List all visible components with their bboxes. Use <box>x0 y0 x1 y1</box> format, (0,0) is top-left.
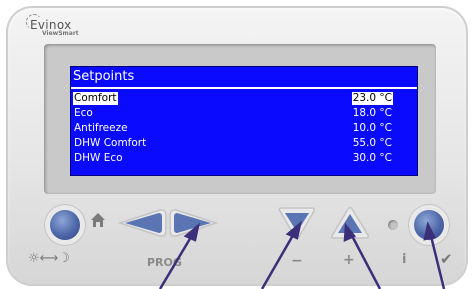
callout-arrows <box>158 220 446 289</box>
